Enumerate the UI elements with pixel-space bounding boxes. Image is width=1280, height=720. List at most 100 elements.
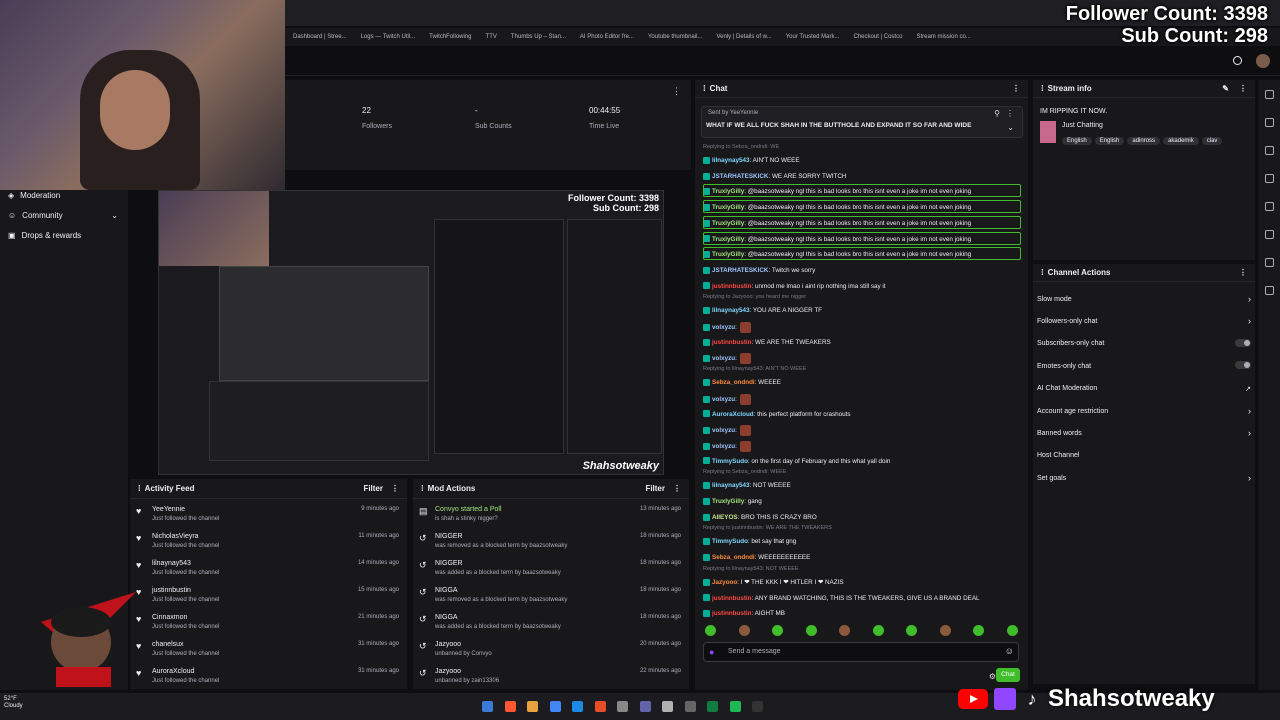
chat-username[interactable]: justinnbustin <box>712 595 752 602</box>
chat-message[interactable]: Jazyooo: I ❤ THE KKK I ❤ HITLER I ❤ NAZI… <box>703 578 1021 587</box>
emote-icon[interactable] <box>1006 625 1018 636</box>
bookmark-item[interactable]: Dashboard | Stree... <box>293 34 347 40</box>
tag-pill[interactable]: English <box>1062 137 1092 145</box>
chat-message[interactable]: volxyzu: <box>703 393 1021 405</box>
taskbar-app-icon[interactable] <box>729 701 741 712</box>
notifications-icon[interactable] <box>1233 56 1242 65</box>
chat-username[interactable]: Jazyooo <box>712 579 737 586</box>
weather-widget[interactable]: 52°F Cloudy <box>4 696 23 710</box>
list-item[interactable]: ♥ chanelsux Just followed the channel 31 mi… <box>130 638 407 665</box>
list-item[interactable]: ↺ NIGGA was removed as a blocked term by b… <box>413 584 689 611</box>
emote-icon[interactable] <box>705 625 716 636</box>
chat-message[interactable]: justinnbustin: AIGHT MB <box>703 609 1021 618</box>
chat-message[interactable]: lilnaynay543: YOU ARE A NIGGER TF <box>703 306 1021 315</box>
taskbar-app-icon[interactable] <box>639 701 651 712</box>
chat-username[interactable]: volxyzu <box>712 443 735 450</box>
taskbar-app-icon[interactable] <box>572 701 583 712</box>
chat-message[interactable]: JSTARHATESKICK: Twitch we sorry <box>703 266 1021 275</box>
more-options-icon[interactable]: ⋮ <box>673 484 681 493</box>
emote-icon[interactable] <box>805 625 817 636</box>
taskbar-app-icon[interactable] <box>662 701 673 712</box>
taskbar-app-icon[interactable] <box>617 701 628 712</box>
emote-icon[interactable] <box>738 625 750 636</box>
more-options-icon[interactable]: ⋮ <box>1012 84 1020 93</box>
channel-action-item[interactable]: Emotes-only chat <box>1037 357 1251 375</box>
tag-pill[interactable]: adinross <box>1127 137 1161 145</box>
chat-username[interactable]: volxyzu <box>712 324 735 331</box>
chat-message[interactable]: AuroraXcloud: this perfect platform for … <box>703 410 1021 419</box>
chat-username[interactable]: AIIEYOS <box>712 514 738 521</box>
stream-preview[interactable]: Follower Count: 3398 Sub Count: 298 Shah… <box>158 190 664 475</box>
emote-picker-icon[interactable]: ☺ <box>1005 646 1014 656</box>
list-item[interactable]: ↺ Jazyooo unbanned by zain13306 22 minutes … <box>413 665 689 692</box>
more-options-icon[interactable]: ⋮ <box>1239 268 1247 277</box>
chat-username[interactable]: justinnbustin <box>712 283 752 290</box>
taskbar-app-icon[interactable] <box>549 701 561 712</box>
drag-handle-icon[interactable]: ⁞ <box>421 484 424 493</box>
drag-handle-icon[interactable]: ⁞ <box>138 484 141 493</box>
channel-action-item[interactable]: Host Channel <box>1037 447 1251 465</box>
more-options-icon[interactable]: ⋮ <box>391 484 399 493</box>
chat-message[interactable]: lilnaynay543: AIN'T NO WEEE <box>703 156 1021 165</box>
tag-pill[interactable]: akademik <box>1163 137 1199 145</box>
chat-username[interactable]: lilnaynay543 <box>712 307 749 314</box>
chat-message[interactable]: volxyzu: <box>703 425 1021 437</box>
bookmark-item[interactable]: TTV <box>486 34 497 40</box>
chat-username[interactable]: JSTARHATESKICK <box>712 267 768 274</box>
chat-message[interactable]: justinnbustin: unmod me lmao i aint rip … <box>703 282 1021 291</box>
microphone-icon[interactable]: ● <box>709 647 714 657</box>
taskbar-app-icon[interactable] <box>684 701 696 712</box>
taskbar-app-icon[interactable] <box>752 701 763 712</box>
quick-action-icon[interactable] <box>1265 90 1274 99</box>
bookmark-item[interactable]: Stream mission co... <box>916 34 970 40</box>
chat-message[interactable]: Sebza_ondndi: WEEEEEEEEEEE <box>703 553 1021 562</box>
list-item[interactable]: ♥ justinnbustin Just followed the channel 1… <box>130 584 407 611</box>
chat-username[interactable]: AuroraXcloud <box>712 411 754 418</box>
channel-action-item[interactable]: Slow mode › <box>1037 290 1251 308</box>
taskbar-app-icon[interactable] <box>707 701 718 712</box>
quick-action-icon[interactable] <box>1265 118 1274 127</box>
chat-username[interactable]: Sebza_ondndi <box>712 554 755 561</box>
list-item[interactable]: ♥ AuroraXcloud Just followed the channel 31… <box>130 665 407 692</box>
quick-action-icon[interactable] <box>1265 258 1274 267</box>
quick-action-icon[interactable] <box>1265 202 1274 211</box>
chat-username[interactable]: JSTARHATESKICK <box>712 173 768 180</box>
channel-action-item[interactable]: Account age restriction › <box>1037 402 1251 420</box>
quick-action-icon[interactable] <box>1265 230 1274 239</box>
chat-username[interactable]: TimmySudo <box>712 458 748 465</box>
channel-action-item[interactable]: Set goals › <box>1037 469 1251 487</box>
chat-username[interactable]: Sebza_ondndi <box>712 379 755 386</box>
edit-icon[interactable]: ✎ <box>1222 84 1229 93</box>
more-options-icon[interactable]: ⋮ <box>672 86 681 97</box>
bookmark-item[interactable]: Venly | Details of w... <box>716 34 771 40</box>
more-options-icon[interactable]: ⋮ <box>1006 109 1014 118</box>
pinned-message[interactable]: Sent by YeeYennie WHAT IF WE ALL FUCK SH… <box>701 106 1023 138</box>
chat-username[interactable]: justinnbustin <box>712 339 752 346</box>
list-item[interactable]: ♥ YeeYennie Just followed the channel 9 min… <box>130 503 407 530</box>
chat-send-button[interactable]: Chat <box>996 668 1020 682</box>
chat-message[interactable]: TimmySudo: on the first day of February … <box>703 457 1021 466</box>
taskbar-app-icon[interactable] <box>594 701 606 712</box>
stream-category[interactable]: Just Chatting <box>1062 122 1103 129</box>
sidebar-item-community[interactable]: ☺ Community ⌄ <box>0 206 128 224</box>
emote-icon[interactable] <box>872 625 884 636</box>
emote-bar[interactable] <box>705 625 1020 639</box>
chat-username[interactable]: justinnbustin <box>712 610 752 617</box>
emote-icon[interactable] <box>939 625 951 636</box>
filter-button[interactable]: Filter <box>645 484 665 493</box>
channel-action-item[interactable]: Followers-only chat › <box>1037 312 1251 330</box>
emote-icon[interactable] <box>772 625 783 636</box>
chat-username[interactable]: TimmySudo <box>712 538 748 545</box>
list-item[interactable]: ↺ NIGGER was added as a blocked term by ba… <box>413 557 689 584</box>
more-options-icon[interactable]: ⋮ <box>1239 84 1247 93</box>
list-item[interactable]: ↺ NIGGER was removed as a blocked term by … <box>413 530 689 557</box>
tag-pill[interactable]: clav <box>1201 137 1223 145</box>
chat-username[interactable]: volxyzu <box>712 427 735 434</box>
list-item[interactable]: ♥ Cinnaxmon Just followed the channel 21 mi… <box>130 611 407 638</box>
taskbar-app-icon[interactable] <box>504 701 516 712</box>
drag-handle-icon[interactable]: ⁞ <box>703 84 706 93</box>
quick-action-icon[interactable] <box>1265 174 1274 183</box>
emote-icon[interactable] <box>906 625 917 636</box>
chat-message[interactable]: lilnaynay543: NOT WEEEE <box>703 481 1021 490</box>
filter-button[interactable]: Filter <box>363 484 383 493</box>
